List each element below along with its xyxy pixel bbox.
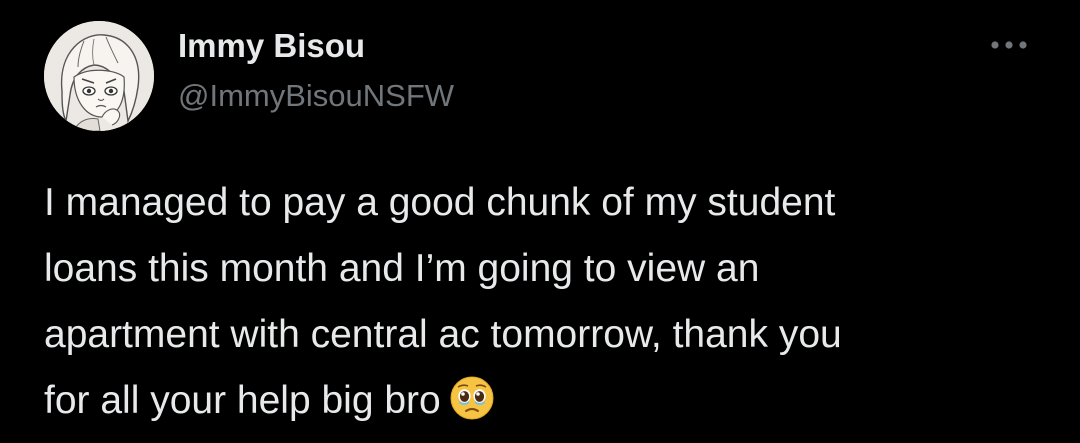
tweet-text: I managed to pay a good chunk of my stud… (44, 170, 1044, 442)
user-handle[interactable]: @ImmyBisouNSFW (178, 74, 454, 118)
more-options-button[interactable] (984, 30, 1034, 60)
tweet-text-line: loans this month and I’m going to view a… (44, 247, 760, 290)
tweet-text-line-content: for all your help big bro (44, 379, 441, 422)
tweet-card: Immy Bisou @ImmyBisouNSFW I managed to p… (0, 0, 1080, 443)
tweet-text-line-last: for all your help big bro (44, 368, 1044, 442)
tweet-text-line: apartment with central ac tomorrow, than… (44, 313, 842, 356)
tweet-text-line: I managed to pay a good chunk of my stud… (44, 181, 836, 224)
display-name[interactable]: Immy Bisou (178, 24, 454, 68)
pleading-face-emoji-icon (449, 375, 495, 442)
avatar[interactable] (44, 21, 154, 131)
user-info: Immy Bisou @ImmyBisouNSFW (178, 24, 454, 118)
avatar-illustration-icon (44, 21, 154, 131)
more-options-icon (991, 41, 1027, 49)
